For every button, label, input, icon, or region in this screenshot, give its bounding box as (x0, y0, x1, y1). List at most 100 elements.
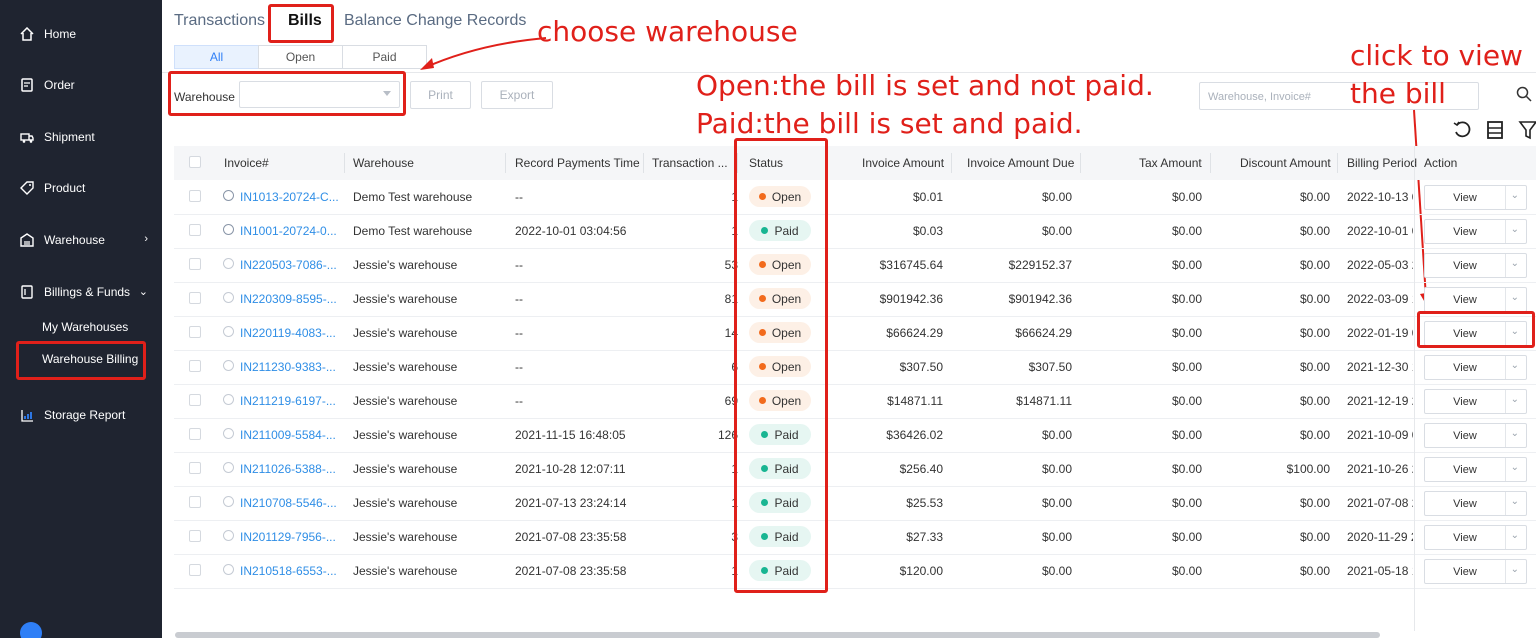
chevron-down-icon[interactable]: ⌄ (1511, 360, 1519, 371)
sidebar-item-home[interactable]: Home (0, 14, 162, 54)
print-button[interactable]: Print (410, 81, 471, 109)
view-button[interactable]: View ⌄ (1424, 253, 1527, 278)
export-button[interactable]: Export (481, 81, 553, 109)
invoice-link[interactable]: IN1013-20724-C... (240, 190, 339, 204)
row-checkbox[interactable] (189, 190, 201, 202)
chevron-down-icon[interactable]: ⌄ (1511, 530, 1519, 541)
chevron-down-icon[interactable]: ⌄ (1511, 258, 1519, 269)
col-invoice-amount-due[interactable]: Invoice Amount Due (967, 156, 1074, 170)
chevron-down-icon[interactable]: ⌄ (1511, 292, 1519, 303)
col-invoice-amount[interactable]: Invoice Amount (862, 156, 944, 170)
chat-button[interactable] (20, 622, 42, 638)
view-button[interactable]: View ⌄ (1424, 491, 1527, 516)
row-checkbox[interactable] (189, 258, 201, 270)
invoice-link[interactable]: IN220503-7086-... (240, 258, 337, 272)
transaction-cell: 6 (731, 360, 738, 374)
invoice-link[interactable]: IN201129-7956-... (240, 530, 336, 544)
sidebar-item-shipment[interactable]: Shipment (0, 117, 162, 157)
clock-icon (223, 224, 234, 235)
col-action: Action (1424, 156, 1458, 170)
col-warehouse[interactable]: Warehouse (353, 156, 414, 170)
sidebar-item-product[interactable]: Product (0, 168, 162, 208)
segment-paid[interactable]: Paid (342, 45, 427, 69)
invoice-amount-cell: $316745.64 (879, 258, 943, 272)
invoice-link[interactable]: IN210708-5546-... (240, 496, 337, 510)
col-discount-amount[interactable]: Discount Amount (1240, 156, 1331, 170)
chevron-down-icon[interactable]: ⌄ (1511, 428, 1519, 439)
chevron-down-icon[interactable]: ⌄ (1511, 496, 1519, 507)
chevron-down-icon[interactable]: ⌄ (1511, 190, 1519, 201)
view-button[interactable]: View ⌄ (1424, 423, 1527, 448)
chevron-down-icon[interactable]: ⌄ (1511, 224, 1519, 235)
select-all-checkbox[interactable] (189, 156, 201, 168)
search-icon[interactable] (1516, 86, 1532, 107)
segment-open[interactable]: Open (258, 45, 343, 69)
col-billing-period[interactable]: Billing Period (1347, 156, 1417, 170)
view-button-label: View (1453, 192, 1477, 204)
horizontal-scrollbar[interactable] (175, 632, 1380, 638)
divider (1505, 424, 1506, 447)
col-tax-amount[interactable]: Tax Amount (1139, 156, 1202, 170)
invoice-link[interactable]: IN211026-5388-... (240, 462, 336, 476)
sidebar-item-label: Product (44, 181, 86, 195)
sidebar-item-warehouse[interactable]: Warehouse › (0, 220, 162, 260)
row-checkbox[interactable] (189, 530, 201, 542)
invoice-link[interactable]: IN211009-5584-... (240, 428, 336, 442)
col-transaction[interactable]: Transaction ... (652, 156, 728, 170)
row-checkbox[interactable] (189, 564, 201, 576)
chevron-down-icon[interactable]: ⌄ (1511, 462, 1519, 473)
col-record-payments-time[interactable]: Record Payments Time (515, 156, 640, 170)
refresh-icon[interactable] (1452, 120, 1472, 145)
tax-amount-cell: $0.00 (1171, 564, 1202, 578)
clock-icon (223, 326, 234, 337)
clock-icon (223, 360, 234, 371)
table-row (174, 520, 1536, 521)
warehouse-cell: Demo Test warehouse (353, 224, 473, 238)
row-checkbox[interactable] (189, 224, 201, 236)
invoice-amount-due-cell: $0.00 (1041, 224, 1072, 238)
view-button-label: View (1453, 226, 1477, 238)
sidebar-item-label: Home (44, 27, 77, 41)
view-button[interactable]: View ⌄ (1424, 355, 1527, 380)
col-invoice[interactable]: Invoice# (224, 156, 269, 170)
segment-all[interactable]: All (174, 45, 259, 69)
invoice-link[interactable]: IN220119-4083-... (240, 326, 336, 340)
view-button[interactable]: View ⌄ (1424, 457, 1527, 482)
filter-icon[interactable] (1518, 120, 1536, 145)
sidebar-item-order[interactable]: Order (0, 65, 162, 105)
sidebar-item-billings[interactable]: Billings & Funds ⌄ (0, 272, 162, 312)
invoice-link[interactable]: IN210518-6553-... (240, 564, 337, 578)
view-button[interactable]: View ⌄ (1424, 287, 1527, 312)
row-checkbox[interactable] (189, 496, 201, 508)
view-button[interactable]: View ⌄ (1424, 559, 1527, 584)
view-button-label: View (1453, 498, 1477, 510)
chevron-down-icon[interactable]: ⌄ (1511, 564, 1519, 575)
invoice-amount-due-cell: $66624.29 (1015, 326, 1072, 340)
tab-balance-change-records[interactable]: Balance Change Records (344, 12, 526, 30)
tax-amount-cell: $0.00 (1171, 258, 1202, 272)
billing-period-cell: 2022-05-03 2 (1347, 258, 1413, 272)
invoice-amount-due-cell: $901942.36 (1008, 292, 1072, 306)
view-button[interactable]: View ⌄ (1424, 389, 1527, 414)
row-checkbox[interactable] (189, 428, 201, 440)
invoice-link[interactable]: IN211230-9383-... (240, 360, 336, 374)
invoice-link[interactable]: IN211219-6197-... (240, 394, 336, 408)
sidebar-subitem-my-warehouses[interactable]: My Warehouses (42, 320, 128, 334)
discount-amount-cell: $0.00 (1299, 292, 1330, 306)
invoice-link[interactable]: IN220309-8595-... (240, 292, 337, 306)
row-checkbox[interactable] (189, 360, 201, 372)
view-button[interactable]: View ⌄ (1424, 525, 1527, 550)
tax-amount-cell: $0.00 (1171, 496, 1202, 510)
row-checkbox[interactable] (189, 462, 201, 474)
tab-transactions[interactable]: Transactions (174, 12, 265, 30)
invoice-link[interactable]: IN1001-20724-0... (240, 224, 337, 238)
row-checkbox[interactable] (189, 394, 201, 406)
row-checkbox[interactable] (189, 326, 201, 338)
chevron-down-icon[interactable]: ⌄ (1511, 394, 1519, 405)
view-button[interactable]: View ⌄ (1424, 185, 1527, 210)
row-checkbox[interactable] (189, 292, 201, 304)
view-button[interactable]: View ⌄ (1424, 219, 1527, 244)
columns-icon[interactable] (1486, 120, 1504, 145)
sidebar-item-storage-report[interactable]: Storage Report (0, 395, 162, 435)
record-time-cell: -- (515, 394, 523, 408)
